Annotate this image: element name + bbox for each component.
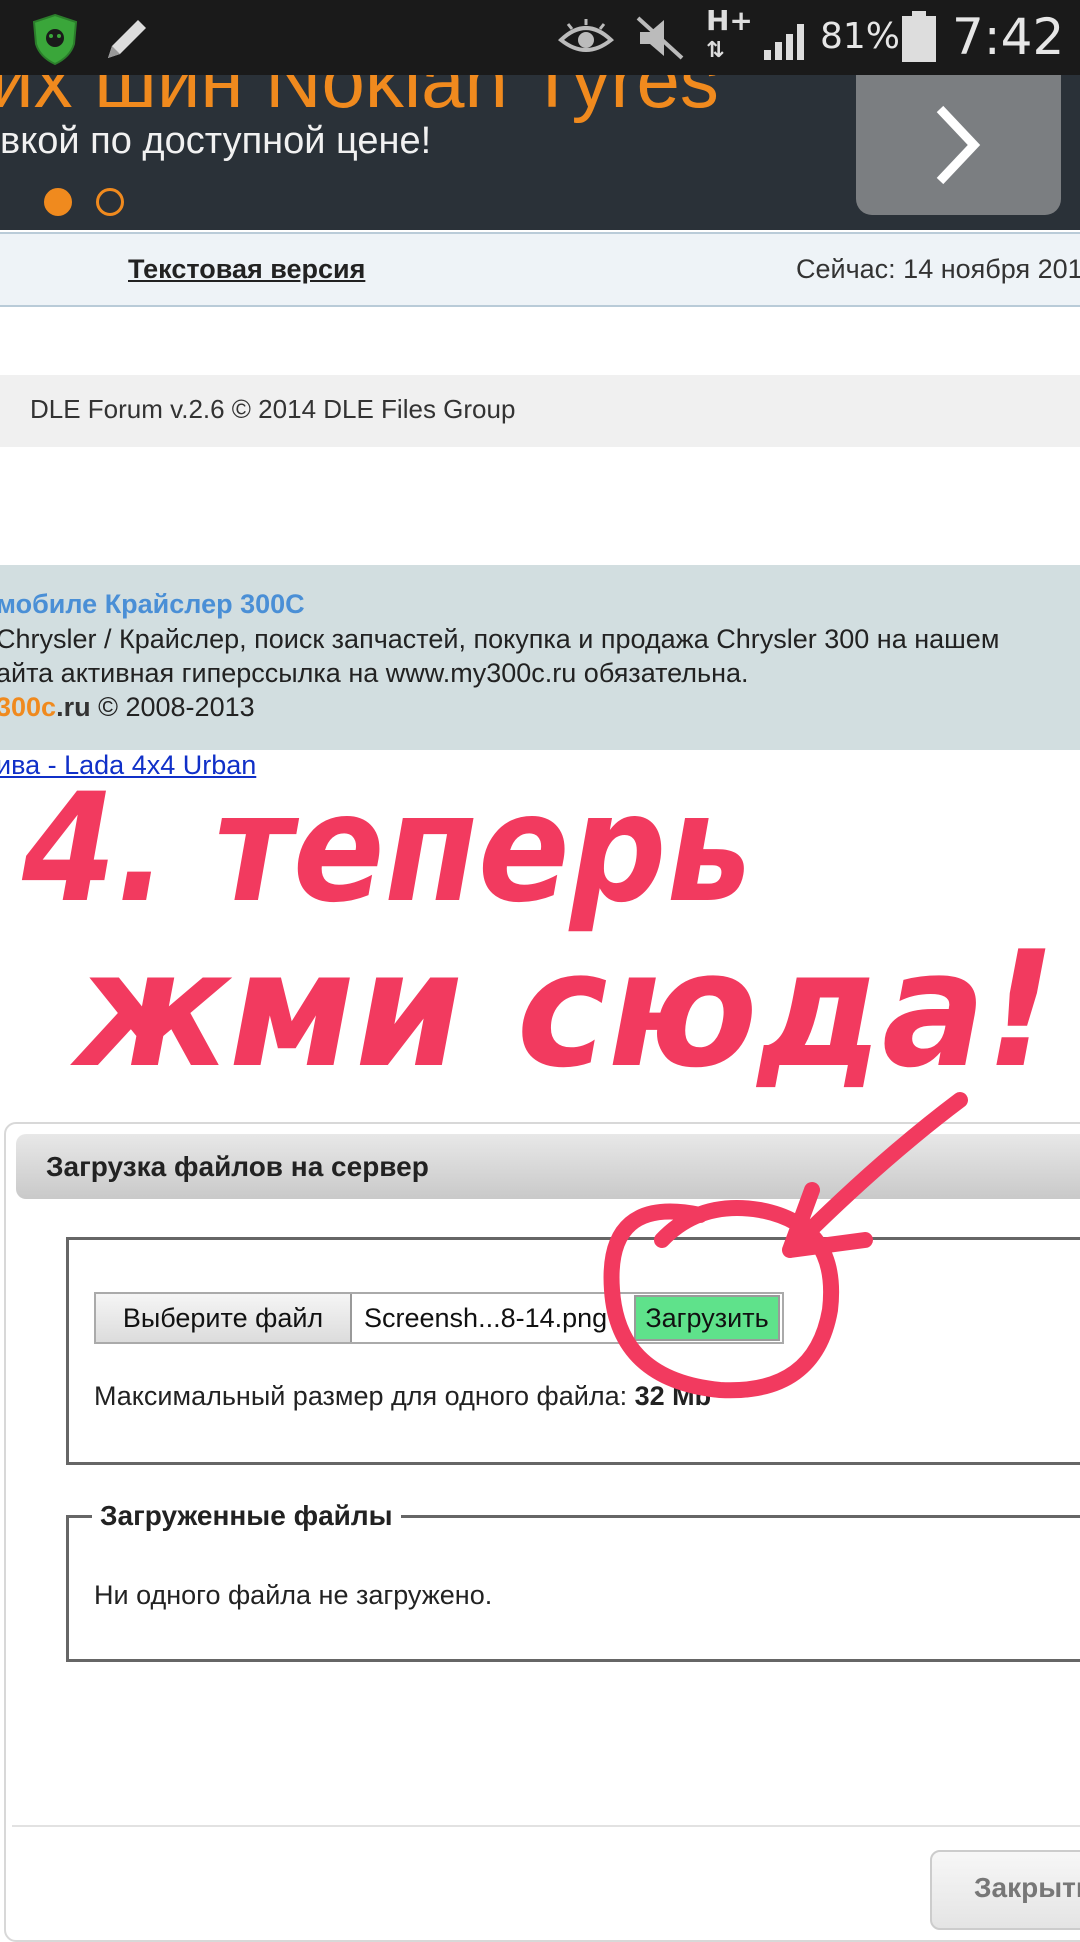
site-notice: айта активная гиперссылка на www.my300c.… (0, 658, 749, 688)
dialog-title: Загрузка файлов на сервер (46, 1151, 429, 1182)
text-version-link[interactable]: Текстовая версия (128, 254, 365, 285)
lada-link[interactable]: ива - Lada 4x4 Urban (0, 750, 256, 781)
choose-file-button[interactable]: Выберите файл (96, 1294, 352, 1342)
clock: 7:42 (952, 8, 1065, 66)
site-heading[interactable]: мобиле Крайслер 300С (0, 589, 305, 620)
carousel-dot-1[interactable] (44, 188, 72, 216)
max-size-note: Максимальный размер для одного файла: 32… (94, 1381, 711, 1412)
current-date: Сейчас: 14 ноября 2014 (796, 254, 1080, 284)
eye-icon (558, 19, 614, 52)
forum-copyright-bar: DLE Forum v.2.6 © 2014 DLE Files Group (0, 375, 1080, 447)
no-files-message: Ни одного файла не загружено. (94, 1580, 493, 1610)
uploaded-files-legend: Загруженные файлы (92, 1500, 401, 1532)
carousel-dot-2[interactable] (96, 188, 124, 216)
banner-subtitle: вкой по доступной цене! (0, 120, 432, 162)
site-brand-line: 300c.ru © 2008-2013 (0, 692, 255, 723)
site-footer-info: мобиле Крайслер 300С Chrysler / Крайслер… (0, 565, 1080, 750)
signal-icon (764, 24, 804, 60)
site-description: Chrysler / Крайслер, поиск запчастей, по… (0, 624, 1000, 654)
max-size-value: 32 Mb (634, 1381, 712, 1411)
carousel-next-button[interactable] (856, 75, 1061, 215)
promo-banner[interactable]: их шин Nokian Tyres вкой по доступной це… (0, 75, 1080, 230)
banner-title: их шин Nokian Tyres (0, 75, 719, 124)
brand-orange: 300c (0, 692, 57, 722)
text-version-bar: Текстовая версия Сейчас: 14 ноября 2014 (0, 232, 1080, 307)
upload-button[interactable]: Загрузить (634, 1295, 780, 1341)
dialog-divider (12, 1825, 1080, 1827)
upload-fieldset (66, 1237, 1080, 1465)
max-size-text: Максимальный размер для одного файла: (94, 1381, 635, 1411)
mute-icon (636, 16, 684, 60)
network-icon: H+ ⇅ (706, 4, 753, 64)
network-type: H+ (706, 4, 753, 37)
battery-percent: 81% (820, 16, 901, 57)
brand-years: © 2008-2013 (90, 692, 255, 722)
dialog-header[interactable]: Загрузка файлов на сервер (16, 1134, 1080, 1199)
selected-file-name: Screensh...8-14.png (364, 1303, 608, 1333)
shield-app-icon (32, 13, 78, 66)
brand-dark: .ru (56, 692, 91, 722)
close-button[interactable]: Закрыть (930, 1850, 1080, 1930)
chevron-right-icon (936, 105, 981, 185)
annotation-line1: 4. теперь (21, 762, 752, 936)
battery-icon (902, 11, 936, 62)
forum-copyright: DLE Forum v.2.6 © 2014 DLE Files Group (30, 394, 516, 424)
close-label: Закрыть (974, 1872, 1080, 1903)
annotation-line2: жми сюда! (69, 916, 1056, 1103)
status-bar: H+ ⇅ 81% 7:42 (0, 0, 1080, 75)
pencil-icon (108, 20, 146, 58)
